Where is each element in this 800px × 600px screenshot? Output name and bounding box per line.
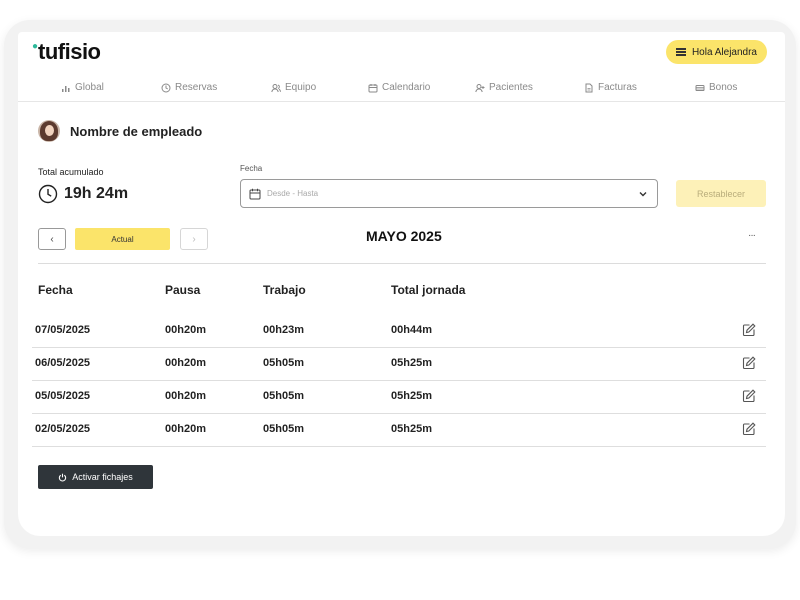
nav-label: Bonos: [709, 82, 738, 93]
edit-icon[interactable]: [742, 389, 756, 403]
next-month-button[interactable]: ›: [180, 228, 208, 250]
divider: [38, 263, 766, 264]
cell-fecha: 05/05/2025: [35, 390, 91, 402]
top-bar: ● tufisio Hola Alejandra: [18, 32, 785, 72]
month-title: MAYO 2025: [366, 228, 442, 244]
edit-icon[interactable]: [742, 323, 756, 337]
main-nav: Global Reservas Equipo Calendario Pacien…: [18, 74, 785, 102]
cell-pausa: 00h20m: [165, 423, 206, 435]
ticket-icon: [695, 84, 705, 91]
nav-label: Facturas: [598, 82, 637, 93]
table-row: 07/05/2025 00h20m 00h23m 00h44m: [32, 315, 766, 348]
clock-icon: [38, 184, 58, 204]
edit-icon[interactable]: [742, 422, 756, 436]
cell-total-jornada: 05h25m: [391, 423, 432, 435]
activate-button-label: Activar fichajes: [72, 472, 133, 482]
table-row: 05/05/2025 00h20m 05h05m 05h25m: [32, 381, 766, 414]
column-header-total-jornada: Total jornada: [391, 283, 466, 297]
hamburger-menu-icon: [675, 48, 686, 56]
employee-header: Nombre de empleado: [38, 120, 202, 142]
edit-icon[interactable]: [742, 356, 756, 370]
nav-item-reservas[interactable]: Reservas: [161, 82, 217, 93]
users-icon: [271, 83, 281, 92]
logo-text: tufisio: [38, 39, 101, 64]
total-hours-value: 19h 24m: [64, 185, 129, 202]
nav-label: Global: [75, 82, 104, 93]
date-field-label: Fecha: [240, 164, 263, 173]
employee-name: Nombre de empleado: [70, 123, 203, 139]
previous-month-button[interactable]: ‹: [38, 228, 66, 250]
greeting-text: Hola Alejandra: [691, 46, 757, 58]
cell-pausa: 00h20m: [165, 390, 206, 402]
cell-pausa: 00h20m: [165, 324, 206, 336]
bar-chart-icon: [62, 85, 70, 92]
avatar: [38, 120, 60, 142]
cell-fecha: 07/05/2025: [35, 324, 91, 336]
clock-icon: [161, 83, 171, 92]
nav-item-equipo[interactable]: Equipo: [271, 82, 316, 93]
nav-label: Calendario: [382, 82, 431, 93]
total-hours: 19h 24m: [38, 184, 128, 204]
power-icon: [59, 473, 67, 481]
nav-label: Reservas: [175, 82, 218, 93]
cell-trabajo: 05h05m: [263, 357, 304, 369]
calendar-icon: [249, 188, 261, 199]
table-row: 06/05/2025 00h20m 05h05m 05h25m: [32, 348, 766, 381]
cell-pausa: 00h20m: [165, 357, 206, 369]
cell-trabajo: 05h05m: [263, 423, 304, 435]
nav-item-pacientes[interactable]: Pacientes: [475, 82, 533, 93]
cell-fecha: 06/05/2025: [35, 357, 91, 369]
app-logo[interactable]: ● tufisio: [32, 39, 101, 65]
user-menu-button[interactable]: Hola Alejandra: [665, 40, 767, 64]
cell-total-jornada: 05h25m: [391, 390, 432, 402]
calendar-icon: [368, 83, 378, 92]
more-options-icon[interactable]: ···: [748, 230, 756, 241]
nav-item-global[interactable]: Global: [61, 82, 104, 93]
cell-total-jornada: 05h25m: [391, 357, 432, 369]
reset-button[interactable]: Restablecer: [676, 180, 766, 207]
nav-label: Equipo: [285, 82, 317, 93]
document-icon: [585, 83, 593, 92]
nav-item-calendario[interactable]: Calendario: [368, 82, 430, 93]
nav-label: Pacientes: [489, 82, 533, 93]
column-header-pausa: Pausa: [165, 283, 201, 297]
cell-fecha: 02/05/2025: [35, 423, 91, 435]
cell-trabajo: 00h23m: [263, 324, 304, 336]
column-header-trabajo: Trabajo: [263, 283, 306, 297]
nav-item-facturas[interactable]: Facturas: [584, 82, 637, 93]
user-plus-icon: [475, 83, 485, 92]
date-range-picker[interactable]: Desde - Hasta: [240, 179, 658, 208]
nav-item-bonos[interactable]: Bonos: [695, 82, 737, 93]
app-screen: ● tufisio Hola Alejandra Global Reservas…: [18, 32, 785, 536]
activate-time-tracking-button[interactable]: Activar fichajes: [38, 465, 153, 489]
chevron-down-icon: [639, 191, 647, 196]
logo-dot-icon: ●: [32, 41, 38, 52]
date-range-placeholder: Desde - Hasta: [267, 189, 319, 198]
cell-trabajo: 05h05m: [263, 390, 304, 402]
column-header-fecha: Fecha: [38, 283, 73, 297]
table-row: 02/05/2025 00h20m 05h05m 05h25m: [32, 414, 766, 447]
current-month-button[interactable]: Actual: [75, 228, 170, 250]
cell-total-jornada: 00h44m: [391, 324, 432, 336]
total-label: Total acumulado: [38, 167, 104, 177]
